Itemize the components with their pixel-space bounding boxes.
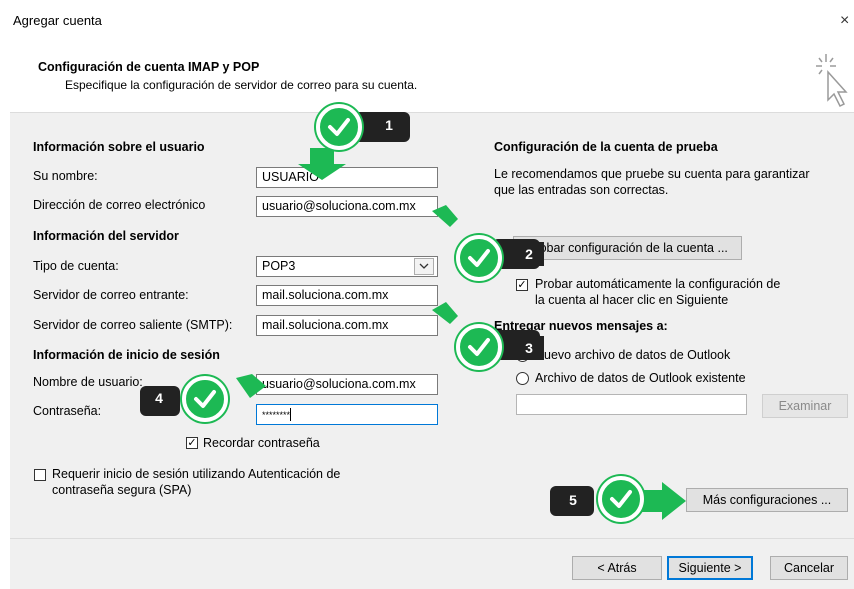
annotation-number-1: 1 xyxy=(374,113,404,137)
check-icon-3 xyxy=(456,324,502,370)
annotation-number-3: 3 xyxy=(514,336,544,360)
test-account-button[interactable]: Probar configuración de la cuenta ... xyxy=(513,236,742,260)
auto-test-label-line1: Probar automáticamente la configuración … xyxy=(535,277,781,291)
username-input[interactable]: usuario@soluciona.com.mx xyxy=(256,374,438,395)
check-icon-5 xyxy=(598,476,644,522)
next-button[interactable]: Siguiente > xyxy=(667,556,753,580)
spa-label-line2: contraseña segura (SPA) xyxy=(52,483,192,497)
cursor-sparkle-icon xyxy=(812,50,852,110)
remember-password-label: Recordar contraseña xyxy=(203,436,320,450)
existing-data-file-radio[interactable] xyxy=(516,372,529,385)
name-label: Su nombre: xyxy=(33,169,98,183)
account-type-select[interactable]: POP3 xyxy=(256,256,438,277)
account-type-label: Tipo de cuenta: xyxy=(33,259,119,273)
incoming-server-input[interactable]: mail.soluciona.com.mx xyxy=(256,285,438,306)
username-label: Nombre de usuario: xyxy=(33,375,143,389)
page-subtitle: Especifique la configuración de servidor… xyxy=(65,78,418,92)
email-label: Dirección de correo electrónico xyxy=(33,198,206,212)
annotation-number-2: 2 xyxy=(514,242,544,266)
window-title: Agregar cuenta xyxy=(13,13,102,28)
existing-data-file-label: Archivo de datos de Outlook existente xyxy=(535,371,746,385)
chevron-down-icon[interactable] xyxy=(414,258,434,275)
login-info-heading: Información de inicio de sesión xyxy=(33,348,220,362)
remember-password-checkbox[interactable]: ✓ xyxy=(186,437,198,449)
annotation-number-4: 4 xyxy=(155,390,163,406)
existing-file-path-input[interactable] xyxy=(516,394,747,415)
check-icon-4 xyxy=(182,376,228,422)
auto-test-checkbox[interactable]: ✓ xyxy=(516,279,528,291)
user-info-heading: Información sobre el usuario xyxy=(33,140,205,154)
password-input[interactable]: ******** xyxy=(256,404,438,425)
password-label: Contraseña: xyxy=(33,404,102,418)
auto-test-label-line2: la cuenta al hacer clic en Siguiente xyxy=(535,293,729,307)
text-caret xyxy=(290,408,292,422)
back-button[interactable]: < Atrás xyxy=(572,556,662,580)
test-heading: Configuración de la cuenta de prueba xyxy=(494,140,718,154)
close-icon[interactable]: × xyxy=(840,12,849,30)
annotation-number-5: 5 xyxy=(569,492,577,508)
header-band xyxy=(10,42,854,110)
cancel-button[interactable]: Cancelar xyxy=(770,556,848,580)
incoming-server-label: Servidor de correo entrante: xyxy=(33,288,189,302)
check-icon-1 xyxy=(316,104,362,150)
more-settings-button[interactable]: Más configuraciones ... xyxy=(686,488,848,512)
page-title: Configuración de cuenta IMAP y POP xyxy=(38,60,260,74)
new-data-file-label: Nuevo archivo de datos de Outlook xyxy=(535,348,731,362)
check-icon-2 xyxy=(456,235,502,281)
test-desc-line1: Le recomendamos que pruebe su cuenta par… xyxy=(494,167,810,181)
server-info-heading: Información del servidor xyxy=(33,229,179,243)
outgoing-server-input[interactable]: mail.soluciona.com.mx xyxy=(256,315,438,336)
footer-divider xyxy=(10,538,854,539)
test-desc-line2: que las entradas son correctas. xyxy=(494,183,669,197)
email-input[interactable]: usuario@soluciona.com.mx xyxy=(256,196,438,217)
account-type-value: POP3 xyxy=(262,259,296,273)
spa-checkbox[interactable] xyxy=(34,469,46,481)
spa-label-line1: Requerir inicio de sesión utilizando Aut… xyxy=(52,467,341,481)
browse-button[interactable]: Examinar xyxy=(762,394,848,418)
outgoing-server-label: Servidor de correo saliente (SMTP): xyxy=(33,318,233,332)
